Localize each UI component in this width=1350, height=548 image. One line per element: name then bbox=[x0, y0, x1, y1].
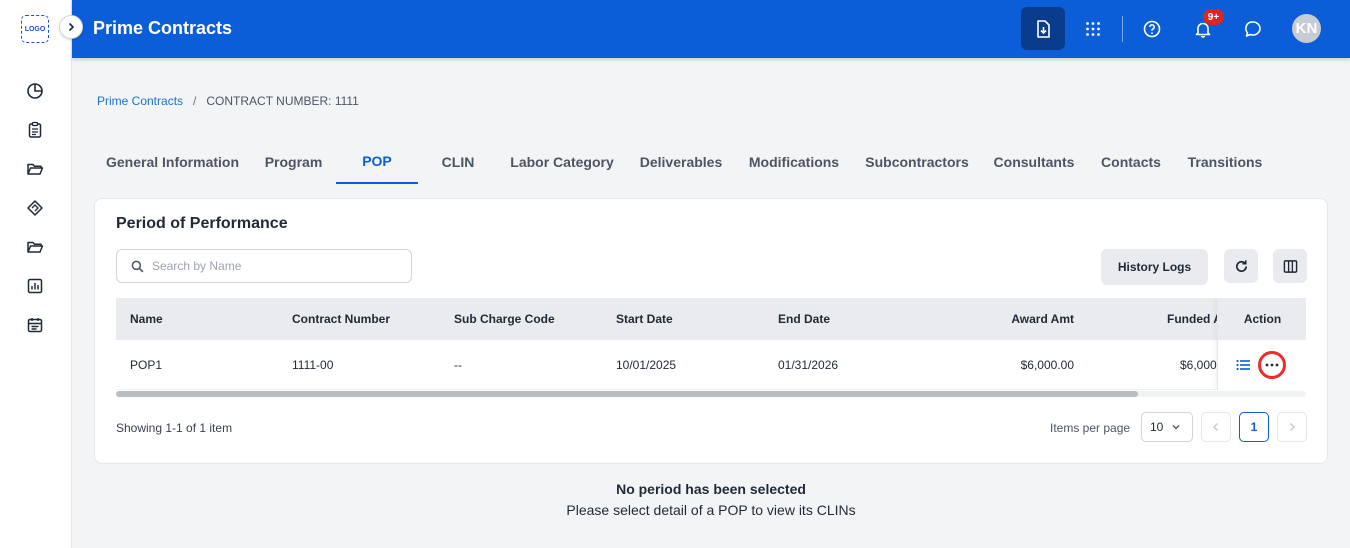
empty-state-title: No period has been selected bbox=[616, 481, 806, 497]
app-title: Prime Contracts bbox=[93, 18, 233, 38]
column-header-award-amt[interactable]: Award Amt bbox=[916, 298, 1074, 340]
tab-transitions[interactable]: Transitions bbox=[1176, 140, 1274, 184]
column-header-name[interactable]: Name bbox=[130, 298, 163, 340]
column-header-start-date[interactable]: Start Date bbox=[616, 298, 673, 340]
chevron-right-icon bbox=[1290, 423, 1295, 431]
file-download-icon bbox=[1037, 19, 1050, 38]
previous-page-button[interactable] bbox=[1201, 412, 1231, 442]
cell-contract-number: 1111-00 bbox=[292, 357, 334, 372]
cell-start-date: 10/01/2025 bbox=[616, 357, 677, 372]
chevron-down-icon bbox=[1172, 425, 1180, 430]
cell-award-amt: $6,000.00 bbox=[1020, 357, 1074, 372]
tag-handshake-icon[interactable] bbox=[25, 198, 45, 218]
chat-icon bbox=[1245, 21, 1261, 37]
more-horizontal-icon bbox=[1265, 363, 1279, 367]
help-icon bbox=[1143, 20, 1161, 38]
action-column: Action bbox=[1217, 298, 1306, 390]
tab-subcontractors[interactable]: Subcontractors bbox=[852, 140, 982, 184]
column-header-action: Action bbox=[1218, 298, 1306, 340]
column-header-end-date[interactable]: End Date bbox=[778, 298, 830, 340]
column-header-contract-number[interactable]: Contract Number bbox=[292, 298, 390, 340]
report-chart-icon[interactable] bbox=[25, 276, 45, 296]
horizontal-scrollbar[interactable] bbox=[116, 391, 1306, 397]
items-per-page-label: Items per page bbox=[1050, 421, 1131, 435]
folder-icon[interactable] bbox=[25, 237, 45, 257]
top-bar: Prime Contracts 9+ KN bbox=[72, 0, 1350, 58]
showing-count: Showing 1-1 of 1 item bbox=[116, 421, 233, 435]
apps-grid-icon bbox=[1086, 22, 1100, 36]
tab-labor-category[interactable]: Labor Category bbox=[498, 140, 626, 184]
tab-deliverables[interactable]: Deliverables bbox=[626, 140, 736, 184]
pop-card: Period of Performance History Logs Name … bbox=[94, 198, 1328, 464]
sidebar-expand-button[interactable] bbox=[59, 15, 83, 39]
tab-consultants[interactable]: Consultants bbox=[982, 140, 1086, 184]
export-button[interactable] bbox=[1021, 7, 1065, 50]
list-details-icon[interactable] bbox=[1236, 359, 1250, 371]
next-page-button[interactable] bbox=[1277, 412, 1307, 442]
chat-button[interactable] bbox=[1238, 14, 1268, 44]
refresh-icon bbox=[1235, 259, 1247, 272]
tab-pop[interactable]: POP bbox=[336, 140, 418, 184]
folder-open-icon[interactable] bbox=[25, 159, 45, 179]
user-avatar[interactable]: KN bbox=[1292, 14, 1321, 43]
search-icon bbox=[131, 260, 144, 272]
search-input[interactable] bbox=[152, 259, 392, 273]
empty-state-subtitle: Please select detail of a POP to view it… bbox=[566, 502, 856, 518]
column-settings-button[interactable] bbox=[1273, 249, 1307, 283]
tab-program[interactable]: Program bbox=[251, 140, 336, 184]
cell-end-date: 01/31/2026 bbox=[778, 357, 839, 372]
tab-general-information[interactable]: General Information bbox=[94, 140, 251, 184]
more-actions-button[interactable] bbox=[1258, 351, 1286, 379]
page-button-current[interactable]: 1 bbox=[1239, 412, 1269, 442]
notification-badge: 9+ bbox=[1203, 9, 1224, 25]
cell-sub-charge-code: -- bbox=[454, 357, 462, 372]
calendar-icon[interactable] bbox=[25, 315, 45, 335]
chevron-right-icon bbox=[68, 22, 75, 32]
clipboard-icon[interactable] bbox=[25, 120, 45, 140]
column-header-funded-amt[interactable]: Funded A bbox=[1167, 298, 1222, 340]
search-box[interactable] bbox=[116, 249, 412, 283]
dashboard-pie-icon[interactable] bbox=[25, 81, 45, 101]
tab-modifications[interactable]: Modifications bbox=[736, 140, 852, 184]
history-logs-button[interactable]: History Logs bbox=[1101, 249, 1208, 285]
breadcrumb-separator: / bbox=[193, 94, 197, 108]
table-row[interactable]: POP1 1111-00 -- 10/01/2025 01/31/2026 $6… bbox=[116, 340, 1306, 390]
cell-name: POP1 bbox=[130, 357, 163, 372]
apps-grid-button[interactable] bbox=[1078, 14, 1108, 44]
card-title: Period of Performance bbox=[116, 215, 288, 232]
columns-icon bbox=[1283, 259, 1297, 273]
breadcrumb-current: CONTRACT NUMBER: 1111 bbox=[206, 94, 359, 108]
row-actions bbox=[1218, 340, 1306, 390]
items-per-page-value: 10 bbox=[1150, 420, 1164, 434]
tab-clin[interactable]: CLIN bbox=[418, 140, 498, 184]
left-rail: LOGO bbox=[0, 0, 72, 548]
refresh-button[interactable] bbox=[1224, 249, 1258, 283]
items-per-page-select[interactable]: 10 bbox=[1141, 412, 1193, 442]
toolbar-divider bbox=[1122, 16, 1123, 42]
chevron-left-icon bbox=[1213, 423, 1218, 431]
table-header: Name Contract Number Sub Charge Code Sta… bbox=[116, 298, 1306, 340]
tab-contacts[interactable]: Contacts bbox=[1086, 140, 1176, 184]
breadcrumb: Prime Contracts / CONTRACT NUMBER: 1111 bbox=[97, 94, 359, 108]
column-header-sub-charge-code[interactable]: Sub Charge Code bbox=[454, 298, 555, 340]
help-button[interactable] bbox=[1137, 14, 1167, 44]
app-logo[interactable]: LOGO bbox=[21, 15, 49, 43]
breadcrumb-link-prime-contracts[interactable]: Prime Contracts bbox=[97, 94, 183, 108]
scrollbar-thumb[interactable] bbox=[116, 391, 1138, 397]
cell-funded-amt: $6,000 bbox=[1180, 357, 1217, 372]
pop-table: Name Contract Number Sub Charge Code Sta… bbox=[116, 298, 1306, 392]
